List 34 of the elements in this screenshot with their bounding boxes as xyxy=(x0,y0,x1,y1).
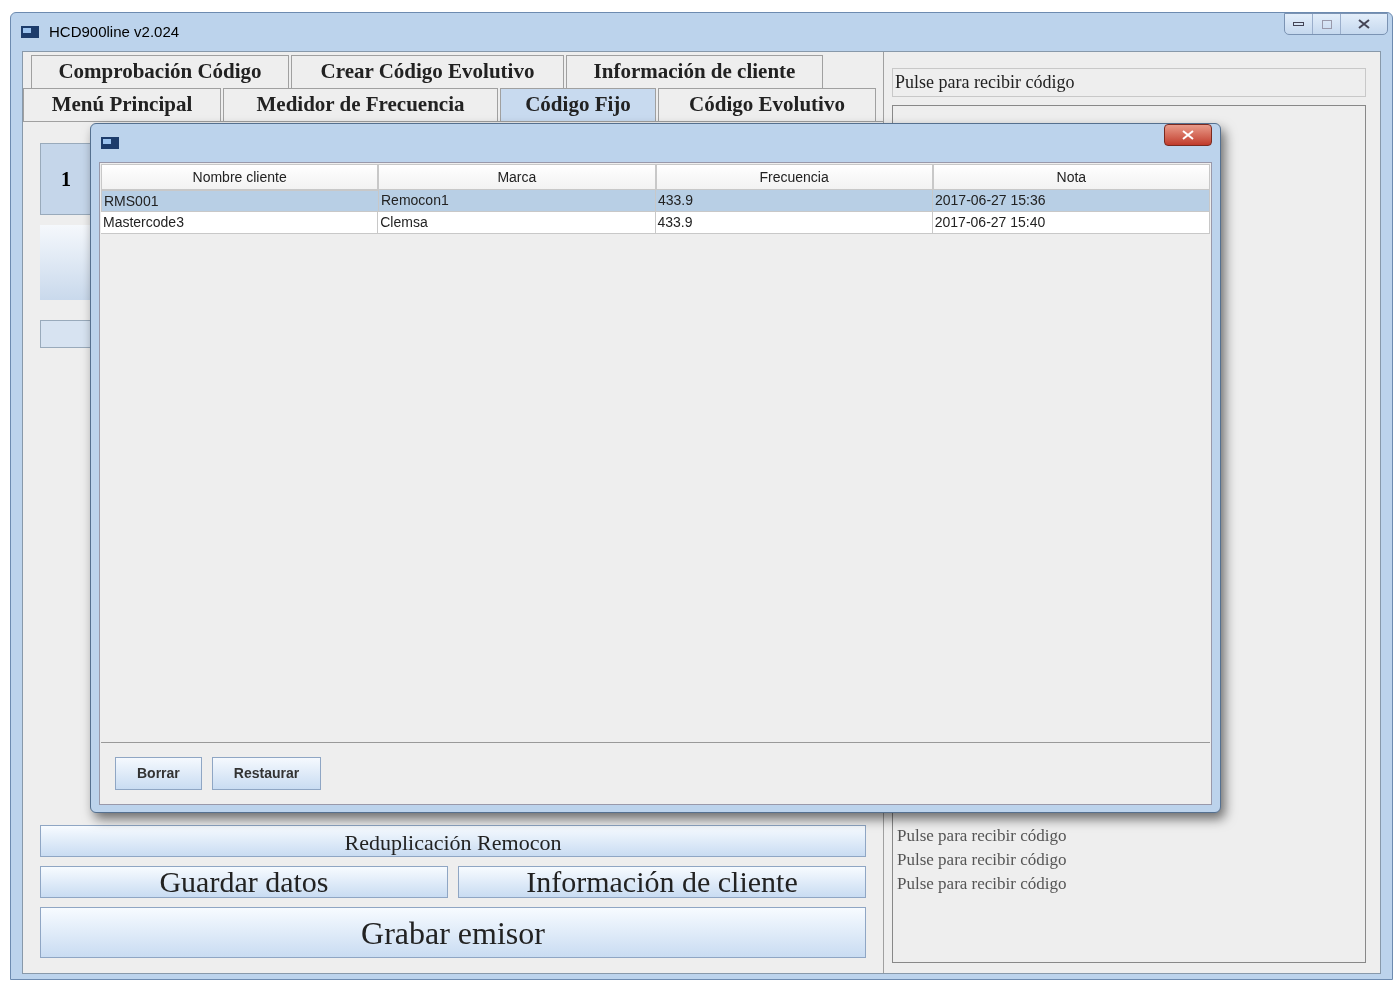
tab[interactable]: Medidor de Frecuencia xyxy=(223,88,498,121)
dialog-button[interactable]: Borrar xyxy=(115,757,202,790)
log-line: Pulse para recibir código xyxy=(897,873,1068,895)
code-field[interactable]: Pulse para recibir código xyxy=(892,68,1366,97)
table-row[interactable]: Mastercode3 Clemsa 433.9 2017-06-27 15:40 xyxy=(101,212,1210,234)
column-header[interactable]: Marca xyxy=(378,164,656,190)
close-icon xyxy=(1182,130,1194,140)
action-button[interactable]: Reduplicación Remocon xyxy=(40,825,866,857)
log-line: Pulse para recibir código xyxy=(897,825,1068,847)
app-icon xyxy=(101,137,119,149)
action-button[interactable]: Guardar datos xyxy=(40,866,448,898)
table-row[interactable]: RMS001 Remocon1 433.9 2017-06-27 15:36 xyxy=(101,190,1210,212)
column-header[interactable]: Nota xyxy=(932,164,1210,190)
app-icon xyxy=(21,26,39,38)
tab[interactable]: Menú Principal xyxy=(23,88,221,121)
tab[interactable]: Información de cliente xyxy=(566,55,823,88)
tab[interactable]: Código Fijo xyxy=(500,88,656,121)
tab[interactable]: Crear Código Evolutivo xyxy=(291,55,564,88)
column-header[interactable]: Frecuencia xyxy=(655,164,933,190)
close-icon xyxy=(1358,19,1370,29)
table-cell: 2017-06-27 15:40 xyxy=(932,212,1210,234)
tab[interactable]: Comprobación Código xyxy=(31,55,289,88)
action-button[interactable]: Grabar emisor xyxy=(40,907,866,958)
table-cell: Clemsa xyxy=(378,212,656,234)
tab[interactable]: Código Evolutivo xyxy=(658,88,876,121)
table-cell: RMS001 xyxy=(101,190,379,212)
table-cell: 433.9 xyxy=(655,212,933,234)
column-header[interactable]: Nombre cliente xyxy=(101,164,379,190)
dialog-button[interactable]: Restaurar xyxy=(211,757,322,790)
close-button[interactable] xyxy=(1164,124,1212,146)
window-title: HCD900line v2.024 xyxy=(49,21,180,42)
log-line: Pulse para recibir código xyxy=(897,849,1068,871)
action-button[interactable]: Información de cliente xyxy=(458,866,866,898)
table-cell: Mastercode3 xyxy=(101,212,379,234)
